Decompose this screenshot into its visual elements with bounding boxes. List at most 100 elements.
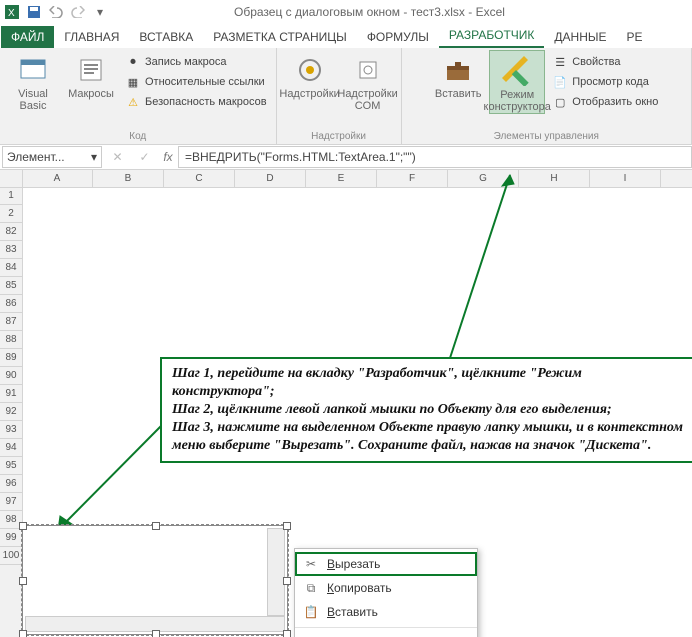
insert-control-button[interactable]: Вставить [431,50,485,100]
tab-insert[interactable]: ВСТАВКА [129,26,203,48]
cancel-icon[interactable]: ✕ [112,150,122,164]
addins-button[interactable]: Надстройки [283,50,337,100]
warning-icon: ⚠ [125,94,141,110]
quick-access-toolbar: X ▾ Образец с диалоговым окном - тест3.x… [0,0,692,24]
tab-developer[interactable]: РАЗРАБОТЧИК [439,24,545,48]
column-header[interactable]: B [93,170,164,187]
redo-icon[interactable] [70,4,86,20]
row-header[interactable]: 82 [0,223,22,241]
relative-refs-button[interactable]: ▦Относительные ссылки [122,73,270,91]
group-controls: Вставить Режим конструктора ☰Свойства 📄П… [402,48,692,144]
row-header[interactable]: 2 [0,205,22,223]
paste-icon: 📋 [303,604,319,620]
fx-icon[interactable]: fx [158,150,178,164]
menu-copy[interactable]: ⧉Копировать [295,576,477,600]
visual-basic-button[interactable]: Visual Basic [6,50,60,112]
chevron-down-icon: ▾ [91,150,97,164]
ribbon-tabs: ФАЙЛ ГЛАВНАЯ ВСТАВКА РАЗМЕТКА СТРАНИЦЫ Ф… [0,24,692,48]
resize-handle[interactable] [19,630,27,637]
view-code-button[interactable]: 📄Просмотр кода [549,73,661,91]
row-header[interactable]: 87 [0,313,22,331]
properties-button[interactable]: ☰Свойства [549,53,661,71]
menu-properties[interactable]: ☰Свойства [295,631,477,637]
menu-cut[interactable]: ✂Вырезать [295,552,477,576]
column-header[interactable]: I [590,170,661,187]
resize-handle[interactable] [152,522,160,530]
row-header[interactable]: 95 [0,457,22,475]
column-header[interactable]: H [519,170,590,187]
row-header[interactable]: 88 [0,331,22,349]
row-header[interactable]: 1 [0,187,22,205]
row-header[interactable]: 85 [0,277,22,295]
column-header[interactable]: C [164,170,235,187]
row-header[interactable]: 96 [0,475,22,493]
row-header[interactable]: 86 [0,295,22,313]
excel-icon: X [4,4,20,20]
save-icon[interactable] [26,4,42,20]
column-header[interactable]: A [22,170,93,187]
select-all-corner[interactable] [0,170,23,188]
ruler-pencil-icon [501,55,533,87]
com-addins-button[interactable]: Надстройки COM [341,50,395,112]
insert-control-label: Вставить [435,88,482,100]
row-header[interactable]: 97 [0,493,22,511]
design-mode-label: Режим конструктора [484,89,551,113]
com-addins-icon [352,54,384,86]
tab-file[interactable]: ФАЙЛ [1,26,54,48]
column-headers: ABCDEFGHI [22,170,692,188]
com-addins-label: Надстройки COM [337,88,397,112]
undo-icon[interactable] [48,4,64,20]
copy-icon: ⧉ [303,580,319,596]
menu-separator [295,627,477,628]
run-dialog-button[interactable]: ▢Отобразить окно [549,93,661,111]
row-header[interactable]: 92 [0,403,22,421]
row-header[interactable]: 99 [0,529,22,547]
record-macro-button[interactable]: ⏺Запись макроса [122,53,270,71]
column-header[interactable]: F [377,170,448,187]
tab-data[interactable]: ДАННЫЕ [544,26,616,48]
row-header[interactable]: 94 [0,439,22,457]
menu-paste[interactable]: 📋Вставить [295,600,477,624]
enter-icon[interactable]: ✓ [139,150,149,164]
qat-dropdown-icon[interactable]: ▾ [92,4,108,20]
instruction-callout: Шаг 1, перейдите на вкладку "Разработчик… [160,357,692,463]
column-header[interactable]: D [235,170,306,187]
addins-label: Надстройки [279,88,339,100]
resize-handle[interactable] [283,522,291,530]
design-mode-button[interactable]: Режим конструктора [489,50,545,114]
macros-button[interactable]: Макросы [64,50,118,100]
resize-handle[interactable] [19,522,27,530]
visual-basic-label: Visual Basic [6,88,60,112]
resize-handle[interactable] [283,630,291,637]
row-header[interactable]: 93 [0,421,22,439]
tab-review[interactable]: РЕ [617,26,653,48]
row-header[interactable]: 89 [0,349,22,367]
svg-text:X: X [8,8,15,19]
resize-handle[interactable] [283,577,291,585]
column-header[interactable]: E [306,170,377,187]
formula-bar: Элемент...▾ ✕ ✓ fx =ВНЕДРИТЬ("Forms.HTML… [0,145,692,170]
row-header[interactable]: 100 [0,547,22,565]
record-icon: ⏺ [125,54,141,70]
resize-handle[interactable] [19,577,27,585]
arrow-to-design-mode [440,170,520,360]
properties-icon: ☰ [552,54,568,70]
vertical-scrollbar[interactable] [267,528,285,616]
tab-page-layout[interactable]: РАЗМЕТКА СТРАНИЦЫ [203,26,357,48]
row-header[interactable]: 90 [0,367,22,385]
macros-label: Макросы [68,88,114,100]
row-header[interactable]: 84 [0,259,22,277]
macro-security-button[interactable]: ⚠Безопасность макросов [122,93,270,111]
context-menu: ✂Вырезать ⧉Копировать 📋Вставить ☰Свойств… [294,548,478,637]
tab-formulas[interactable]: ФОРМУЛЫ [357,26,439,48]
row-header[interactable]: 91 [0,385,22,403]
name-box[interactable]: Элемент...▾ [2,146,102,168]
resize-handle[interactable] [152,630,160,637]
row-headers: 1282838485868788899091929394959697989910… [0,187,23,637]
tab-home[interactable]: ГЛАВНАЯ [54,26,129,48]
visual-basic-icon [17,54,49,86]
embedded-textarea-object[interactable] [22,525,288,635]
formula-input[interactable]: =ВНЕДРИТЬ("Forms.HTML:TextArea.1";"") [178,146,692,168]
group-code-label: Код [129,131,146,144]
row-header[interactable]: 83 [0,241,22,259]
